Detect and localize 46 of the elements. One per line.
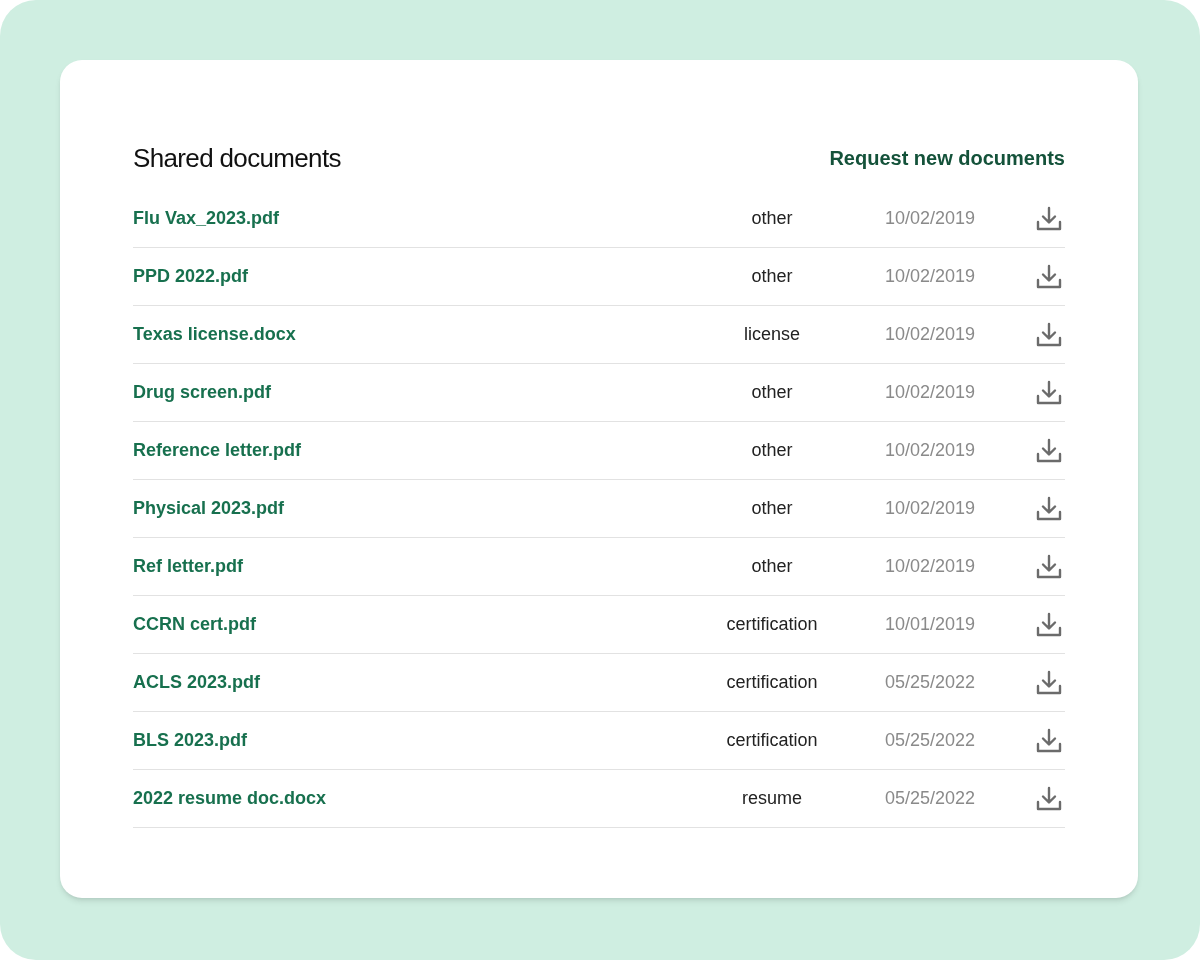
document-type: license — [743, 323, 801, 346]
document-date: 10/02/2019 — [883, 323, 977, 346]
document-date: 05/25/2022 — [883, 671, 977, 694]
download-icon[interactable] — [1035, 204, 1063, 233]
document-date: 10/02/2019 — [883, 439, 977, 462]
download-icon[interactable] — [1035, 262, 1063, 291]
document-link[interactable]: Flu Vax_2023.pdf — [133, 205, 669, 232]
document-type: other — [750, 555, 794, 578]
document-date: 05/25/2022 — [883, 729, 977, 752]
document-date: 10/02/2019 — [883, 381, 977, 404]
document-date: 10/02/2019 — [883, 497, 977, 520]
document-date: 10/02/2019 — [883, 207, 977, 230]
download-icon[interactable] — [1035, 668, 1063, 697]
document-type: other — [750, 439, 794, 462]
document-type: resume — [741, 787, 803, 810]
document-link[interactable]: Physical 2023.pdf — [133, 495, 669, 522]
download-icon[interactable] — [1035, 436, 1063, 465]
download-icon[interactable] — [1035, 610, 1063, 639]
section-title: Shared documents — [133, 141, 341, 175]
download-icon[interactable] — [1035, 784, 1063, 813]
document-type: other — [750, 497, 794, 520]
document-link[interactable]: Ref letter.pdf — [133, 553, 669, 580]
document-link[interactable]: BLS 2023.pdf — [133, 727, 669, 754]
document-type: certification — [725, 613, 819, 636]
request-link[interactable]: Request new documents — [829, 143, 1065, 173]
document-type: certification — [725, 729, 819, 752]
document-date: 05/25/2022 — [883, 787, 977, 810]
document-link[interactable]: CCRN cert.pdf — [133, 611, 669, 638]
document-type: other — [750, 381, 794, 404]
download-icon[interactable] — [1035, 552, 1063, 581]
document-date: 10/01/2019 — [883, 613, 977, 636]
document-link[interactable]: ACLS 2023.pdf — [133, 669, 669, 696]
document-link[interactable]: Texas license.docx — [133, 321, 669, 348]
download-icon[interactable] — [1035, 494, 1063, 523]
document-date: 10/02/2019 — [883, 555, 977, 578]
document-date: 10/02/2019 — [883, 265, 977, 288]
document-type: other — [750, 207, 794, 230]
document-link[interactable]: 2022 resume doc.docx — [133, 785, 669, 812]
document-type: certification — [725, 671, 819, 694]
document-link[interactable]: Drug screen.pdf — [133, 379, 669, 406]
document-link[interactable]: PPD 2022.pdf — [133, 263, 669, 290]
download-icon[interactable] — [1035, 320, 1063, 349]
document-link[interactable]: Reference letter.pdf — [133, 437, 669, 464]
document-type: other — [750, 265, 794, 288]
download-icon[interactable] — [1035, 378, 1063, 407]
download-icon[interactable] — [1035, 726, 1063, 755]
